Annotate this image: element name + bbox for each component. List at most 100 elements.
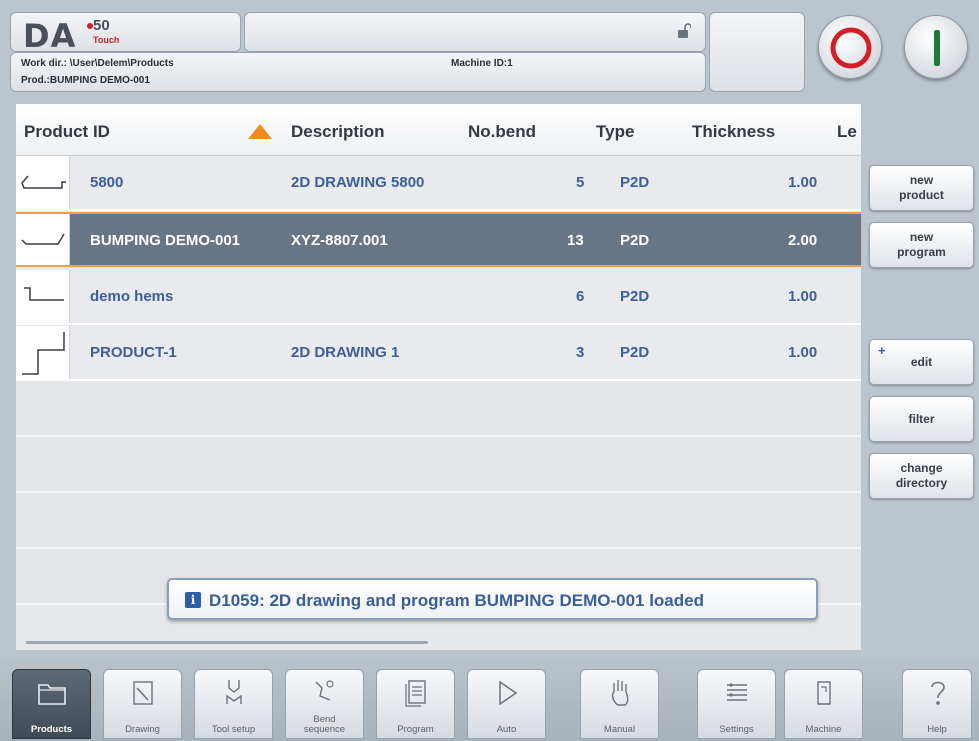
- hand-icon: [611, 680, 629, 706]
- table-row-selected[interactable]: BUMPING DEMO-001 XYZ-8807.001 13 P2D 2.0…: [16, 212, 861, 267]
- column-thickness[interactable]: Thickness: [692, 122, 775, 142]
- edit-button[interactable]: + edit: [869, 339, 974, 385]
- cell-description: 2D DRAWING 1: [291, 344, 400, 361]
- tab-tool-setup[interactable]: Tool setup: [194, 669, 273, 739]
- cell-type: P2D: [620, 232, 650, 249]
- table-row[interactable]: demo hems 6 P2D 1.00: [16, 270, 861, 325]
- product-thumbnail: [16, 156, 70, 209]
- cell-description: XYZ-8807.001: [291, 232, 388, 249]
- tab-program[interactable]: Program: [376, 669, 455, 739]
- drawing-icon: [133, 681, 153, 705]
- horizontal-scrollbar[interactable]: [26, 641, 428, 644]
- machine-icon: [817, 681, 831, 705]
- product-thumbnail: [16, 270, 70, 323]
- tab-drawing-label: Drawing: [125, 724, 160, 735]
- tab-manual-label: Manual: [603, 724, 636, 735]
- cell-thickness: 2.00: [788, 232, 818, 249]
- cell-product-id: demo hems: [90, 288, 174, 305]
- change-directory-label: change directory: [895, 461, 948, 490]
- empty-row: [16, 438, 861, 493]
- status-panel: [709, 12, 805, 92]
- sort-ascending-icon[interactable]: [248, 124, 272, 139]
- cell-thickness: 1.00: [788, 288, 818, 305]
- filter-button[interactable]: filter: [869, 396, 974, 442]
- empty-row: [16, 382, 861, 437]
- tab-products-label: Products: [30, 724, 73, 735]
- change-directory-button[interactable]: change directory: [869, 453, 974, 499]
- product-table: Product ID Description No.bend Type Thic…: [16, 104, 861, 650]
- machine-id: Machine ID:1: [451, 58, 513, 69]
- tab-drawing[interactable]: Drawing: [103, 669, 182, 739]
- status-message-text: D1059: 2D drawing and program BUMPING DE…: [209, 591, 704, 610]
- work-dir: Work dir.: \User\Delem\Products: [21, 58, 174, 69]
- info-icon: i: [185, 592, 201, 608]
- new-program-label: new program: [897, 230, 946, 259]
- tab-settings[interactable]: Settings: [697, 669, 776, 739]
- new-product-label: new product: [899, 173, 944, 202]
- tab-products[interactable]: Products: [12, 669, 91, 739]
- tab-auto[interactable]: Auto: [467, 669, 546, 739]
- empty-row: [16, 494, 861, 549]
- header: DA 50 Touch Work dir.: \User\Delem\Produ…: [10, 12, 805, 92]
- new-program-button[interactable]: new program: [869, 222, 974, 268]
- logo-sub: Touch: [93, 35, 120, 45]
- tab-help[interactable]: Help: [902, 669, 972, 739]
- stop-button[interactable]: [818, 15, 882, 79]
- bend-sequence-icon: [315, 680, 334, 701]
- status-message: i D1059: 2D drawing and program BUMPING …: [167, 578, 818, 620]
- cell-no-bend: 3: [576, 344, 585, 361]
- plus-icon: +: [878, 343, 886, 358]
- tab-settings-label: Settings: [719, 724, 754, 735]
- cell-no-bend: 5: [576, 174, 585, 191]
- column-description[interactable]: Description: [291, 122, 385, 142]
- filter-label: filter: [908, 411, 935, 426]
- table-row[interactable]: 5800 2D DRAWING 5800 5 P2D 1.00: [16, 156, 861, 211]
- column-product-id[interactable]: Product ID: [24, 122, 110, 142]
- column-no-bend[interactable]: No.bend: [468, 122, 536, 142]
- start-button[interactable]: [904, 15, 968, 79]
- message-area: [244, 12, 706, 52]
- tab-auto-label: Auto: [496, 724, 517, 735]
- column-type[interactable]: Type: [596, 122, 634, 142]
- tab-bend-sequence-label: Bend sequence: [303, 714, 346, 735]
- tab-machine-label: Machine: [805, 724, 842, 735]
- product-thumbnail: [16, 214, 70, 265]
- logo-brand: DA: [23, 17, 77, 55]
- cell-type: P2D: [620, 288, 650, 305]
- tab-bend-sequence[interactable]: Bend sequence: [285, 669, 364, 739]
- cell-product-id: BUMPING DEMO-001: [90, 232, 241, 249]
- cell-no-bend: 13: [567, 232, 584, 249]
- cell-type: P2D: [620, 344, 650, 361]
- settings-list-icon: [727, 683, 747, 701]
- tab-machine[interactable]: Machine: [784, 669, 863, 739]
- cell-no-bend: 6: [576, 288, 585, 305]
- tool-icon: [226, 680, 242, 704]
- column-length[interactable]: Le: [837, 122, 857, 142]
- cell-product-id: 5800: [90, 174, 124, 191]
- info-strip: Work dir.: \User\Delem\Products Prod.:BU…: [10, 52, 706, 92]
- product-thumbnail: [16, 326, 70, 379]
- tab-tool-setup-label: Tool setup: [211, 724, 256, 735]
- folder-icon: [38, 684, 66, 705]
- stop-icon: [830, 27, 872, 69]
- cell-type: P2D: [620, 174, 650, 191]
- unlock-icon[interactable]: [677, 23, 691, 39]
- help-icon: [931, 681, 945, 705]
- play-icon: [499, 680, 518, 706]
- cell-description: 2D DRAWING 5800: [291, 174, 425, 191]
- tab-program-label: Program: [397, 724, 434, 735]
- cell-thickness: 1.00: [788, 344, 818, 361]
- cell-product-id: PRODUCT-1: [90, 344, 177, 361]
- table-row[interactable]: PRODUCT-1 2D DRAWING 1 3 P2D 1.00: [16, 326, 861, 381]
- start-icon: [934, 30, 940, 66]
- logo-number: 50: [93, 17, 110, 34]
- tab-help-label: Help: [927, 724, 947, 735]
- new-product-button[interactable]: new product: [869, 165, 974, 211]
- table-header: Product ID Description No.bend Type Thic…: [16, 104, 861, 156]
- cell-thickness: 1.00: [788, 174, 818, 191]
- edit-label: edit: [910, 354, 933, 369]
- logo: DA 50 Touch: [10, 12, 241, 55]
- tab-manual[interactable]: Manual: [580, 669, 659, 739]
- current-product: Prod.:BUMPING DEMO-001: [21, 75, 150, 86]
- program-icon: [405, 680, 426, 707]
